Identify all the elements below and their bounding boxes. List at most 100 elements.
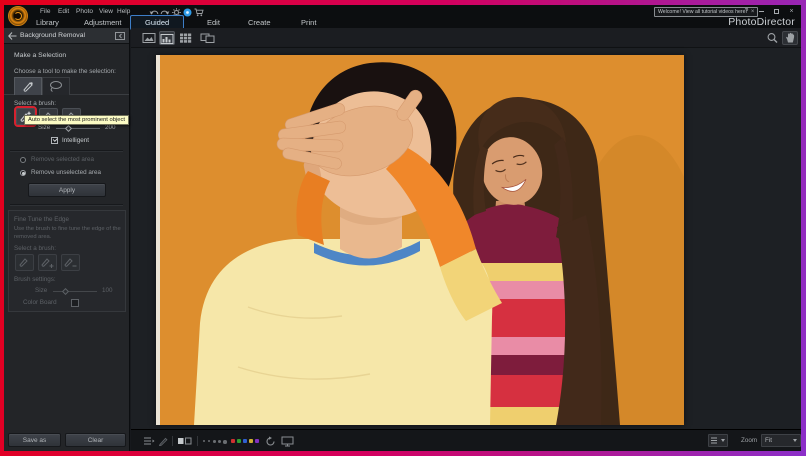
- remove-selected-label: Remove selected area: [31, 156, 95, 163]
- status-bar: Zoom Fit: [131, 429, 801, 451]
- learn-center-icon[interactable]: [183, 8, 193, 17]
- view-options-button[interactable]: [708, 434, 728, 447]
- panel-title: Background Removal: [20, 32, 85, 39]
- back-arrow-icon[interactable]: [8, 32, 17, 40]
- mask-color-purple[interactable]: [255, 439, 259, 443]
- fine-tune-size-slider-handle: [61, 287, 70, 295]
- size-slider-handle[interactable]: [64, 124, 73, 132]
- mask-color-green[interactable]: [237, 439, 241, 443]
- brush-plus-icon: [41, 258, 54, 268]
- divider: [197, 436, 198, 446]
- fine-tune-brush-button: [15, 254, 34, 271]
- collapse-panel-icon[interactable]: [115, 32, 125, 40]
- menu-photo[interactable]: Photo: [76, 8, 93, 15]
- close-button[interactable]: ×: [786, 7, 797, 16]
- brush-size-dot[interactable]: [203, 440, 205, 442]
- fine-tune-erase-brush-button: [61, 254, 80, 271]
- menu-edit[interactable]: Edit: [58, 8, 69, 15]
- tab-create[interactable]: Create: [248, 18, 271, 27]
- fine-tune-heading: Fine Tune the Edge: [14, 216, 69, 223]
- tool-tab-brush[interactable]: [14, 77, 42, 95]
- menu-file[interactable]: File: [40, 8, 50, 15]
- compare-view-button[interactable]: [199, 31, 215, 45]
- viewer-with-panel-mode-button[interactable]: [159, 31, 175, 45]
- brush-icon: [19, 258, 28, 267]
- pen-tool-icon[interactable]: [158, 436, 168, 446]
- fine-tune-size-label: Size: [35, 287, 48, 294]
- mask-color-blue[interactable]: [243, 439, 247, 443]
- before-after-toggle-icon[interactable]: [177, 436, 193, 446]
- clear-button[interactable]: Clear: [65, 433, 126, 447]
- tool-tab-lasso[interactable]: [42, 77, 70, 95]
- magnifier-icon: [767, 33, 777, 43]
- make-selection-heading: Make a Selection: [14, 52, 67, 59]
- chevron-down-icon: [793, 439, 797, 442]
- brush-size-dot[interactable]: [223, 440, 227, 444]
- grid-view-button[interactable]: [177, 31, 193, 45]
- brush-settings-label: Brush settings:: [14, 276, 56, 283]
- tab-adjustment[interactable]: Adjustment: [84, 18, 122, 27]
- zoom-tool-button[interactable]: [764, 31, 780, 45]
- apply-button[interactable]: Apply: [28, 183, 106, 197]
- tab-library[interactable]: Library: [36, 18, 59, 27]
- titlebar: File Edit Photo View Help Welcome! View …: [4, 5, 801, 30]
- save-as-button[interactable]: Save as: [8, 433, 61, 447]
- fine-tune-add-brush-button: [38, 254, 57, 271]
- photo-couple-image[interactable]: [156, 55, 684, 425]
- chevron-down-icon: [721, 439, 725, 442]
- brush-size-dot[interactable]: [208, 440, 211, 443]
- refresh-icon[interactable]: [265, 436, 276, 447]
- brand-title: PhotoDirector: [728, 16, 795, 28]
- shopping-cart-icon[interactable]: [194, 8, 204, 17]
- size-slider-track[interactable]: [56, 128, 100, 129]
- divider: [10, 150, 123, 151]
- divider: [10, 204, 123, 205]
- background-removal-panel: Background Removal Make a Selection Choo…: [4, 28, 130, 451]
- color-board-label: Color Board: [23, 299, 57, 306]
- fine-tune-description-2: removed area.: [14, 234, 52, 240]
- viewer-mode-button[interactable]: [141, 31, 157, 45]
- maximize-button[interactable]: [771, 7, 782, 16]
- notification-text: Welcome! View all tutorial videos here!: [658, 9, 747, 15]
- remove-unselected-label: Remove unselected area: [31, 169, 102, 176]
- display-icon[interactable]: [281, 436, 294, 447]
- fine-tune-size-value: 100: [102, 287, 113, 294]
- screen-recording-frame: File Edit Photo View Help Welcome! View …: [0, 0, 806, 456]
- intelligent-checkbox[interactable]: [51, 136, 58, 144]
- menu-help[interactable]: Help: [117, 8, 130, 15]
- divider: [172, 436, 173, 446]
- size-label: Size: [38, 124, 51, 131]
- zoom-level-dropdown[interactable]: Fit: [761, 434, 801, 447]
- fine-tune-section: Fine Tune the Edge Use the brush to fine…: [8, 210, 126, 312]
- tab-edit[interactable]: Edit: [207, 18, 220, 27]
- main-area: Zoom Fit: [131, 28, 801, 451]
- lasso-tool-icon: [50, 81, 62, 92]
- minimize-icon: [759, 10, 764, 12]
- pan-tool-button[interactable]: [782, 31, 798, 45]
- fine-tune-size-slider-track: [53, 291, 97, 292]
- remove-selected-radio[interactable]: [20, 157, 26, 163]
- size-value: 200: [105, 124, 116, 131]
- brush-size-dot[interactable]: [218, 440, 222, 444]
- brush-minus-icon: [64, 258, 77, 267]
- help-button[interactable]: ?: [741, 7, 752, 16]
- menu-view[interactable]: View: [99, 8, 113, 15]
- auto-brush-tooltip: Auto select the most prominent object: [24, 115, 129, 125]
- brush-size-dot[interactable]: [213, 440, 216, 443]
- brush-tool-icon: [23, 82, 33, 92]
- view-toolbar: [131, 28, 801, 48]
- intelligent-label: Intelligent: [62, 137, 89, 144]
- photo-histogram-icon: [160, 34, 174, 44]
- mask-color-yellow[interactable]: [249, 439, 253, 443]
- minimize-button[interactable]: [756, 7, 767, 16]
- zoom-label: Zoom: [741, 437, 758, 444]
- list-icon: [711, 437, 717, 444]
- tab-print[interactable]: Print: [301, 18, 316, 27]
- remove-unselected-radio[interactable]: [20, 170, 26, 176]
- mask-color-red[interactable]: [231, 439, 235, 443]
- photo-viewer-icon: [142, 33, 156, 43]
- photo-canvas[interactable]: [131, 48, 801, 429]
- fine-tune-description-1: Use the brush to fine tune the edge of t…: [14, 226, 121, 232]
- layer-list-icon[interactable]: [143, 436, 155, 446]
- panel-header: Background Removal: [4, 28, 129, 44]
